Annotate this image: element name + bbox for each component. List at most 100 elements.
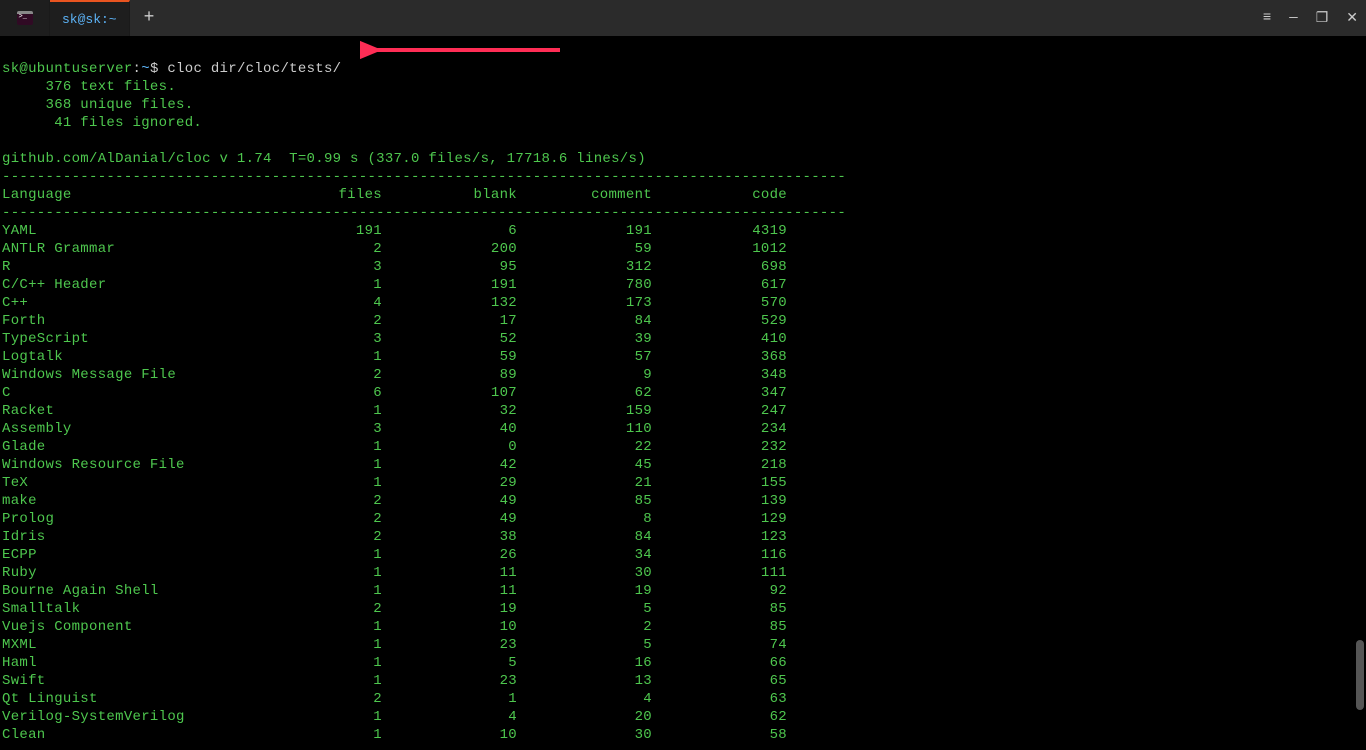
cell-code: 129 bbox=[652, 510, 787, 528]
cell-files: 1 bbox=[282, 438, 382, 456]
table-row: Forth21784529 bbox=[2, 312, 1364, 330]
cell-files: 1 bbox=[282, 276, 382, 294]
cell-lang: Windows Message File bbox=[2, 366, 282, 384]
terminal-output[interactable]: sk@ubuntuserver:~$ cloc dir/cloc/tests/ … bbox=[0, 36, 1366, 750]
table-row: Logtalk15957368 bbox=[2, 348, 1364, 366]
scrollbar[interactable] bbox=[1356, 640, 1364, 710]
cell-blank: 200 bbox=[382, 240, 517, 258]
cell-files: 2 bbox=[282, 366, 382, 384]
cell-blank: 4 bbox=[382, 708, 517, 726]
table-row: Bourne Again Shell1111992 bbox=[2, 582, 1364, 600]
cell-blank: 19 bbox=[382, 600, 517, 618]
cell-code: 617 bbox=[652, 276, 787, 294]
cell-code: 123 bbox=[652, 528, 787, 546]
cell-files: 2 bbox=[282, 312, 382, 330]
cell-blank: 29 bbox=[382, 474, 517, 492]
cell-files: 3 bbox=[282, 330, 382, 348]
cell-lang: C++ bbox=[2, 294, 282, 312]
cell-blank: 0 bbox=[382, 438, 517, 456]
table-row: Verilog-SystemVerilog142062 bbox=[2, 708, 1364, 726]
cell-code: 234 bbox=[652, 420, 787, 438]
table-row: Qt Linguist21463 bbox=[2, 690, 1364, 708]
add-tab-button[interactable]: + bbox=[130, 0, 169, 36]
cell-lang: Idris bbox=[2, 528, 282, 546]
cell-lang: TeX bbox=[2, 474, 282, 492]
cell-code: 139 bbox=[652, 492, 787, 510]
cell-code: 62 bbox=[652, 708, 787, 726]
tab-active[interactable]: sk@sk:~ bbox=[50, 0, 130, 36]
cell-lang: Haml bbox=[2, 654, 282, 672]
header-comment: comment bbox=[517, 186, 652, 204]
cell-lang: Forth bbox=[2, 312, 282, 330]
table-row: Prolog2498129 bbox=[2, 510, 1364, 528]
cell-lang: Prolog bbox=[2, 510, 282, 528]
cell-code: 85 bbox=[652, 600, 787, 618]
cell-code: 347 bbox=[652, 384, 787, 402]
output-line: 376 text files. bbox=[2, 79, 176, 95]
cell-code: 116 bbox=[652, 546, 787, 564]
cell-lang: Swift bbox=[2, 672, 282, 690]
cell-code: 111 bbox=[652, 564, 787, 582]
output-line: 41 files ignored. bbox=[2, 115, 202, 131]
cell-blank: 132 bbox=[382, 294, 517, 312]
tab-title: sk@sk:~ bbox=[62, 12, 117, 27]
header-code: code bbox=[652, 186, 787, 204]
cell-blank: 17 bbox=[382, 312, 517, 330]
cell-files: 1 bbox=[282, 582, 382, 600]
cell-files: 4 bbox=[282, 294, 382, 312]
cell-code: 65 bbox=[652, 672, 787, 690]
cell-code: 232 bbox=[652, 438, 787, 456]
close-button[interactable]: ✕ bbox=[1346, 10, 1358, 27]
cell-lang: Windows Resource File bbox=[2, 456, 282, 474]
hamburger-icon[interactable]: ≡ bbox=[1263, 10, 1271, 26]
cell-lang: Vuejs Component bbox=[2, 618, 282, 636]
output-line: 368 unique files. bbox=[2, 97, 193, 113]
tab-icon-only[interactable] bbox=[0, 0, 50, 36]
command-text: cloc dir/cloc/tests/ bbox=[167, 61, 341, 77]
cell-files: 2 bbox=[282, 510, 382, 528]
table-row: ECPP12634116 bbox=[2, 546, 1364, 564]
dash-line: ----------------------------------------… bbox=[2, 205, 846, 221]
cell-comment: 5 bbox=[517, 600, 652, 618]
cell-comment: 30 bbox=[517, 564, 652, 582]
cell-comment: 21 bbox=[517, 474, 652, 492]
cell-comment: 2 bbox=[517, 618, 652, 636]
cell-lang: make bbox=[2, 492, 282, 510]
minimize-button[interactable]: — bbox=[1289, 10, 1297, 26]
table-row: Smalltalk219585 bbox=[2, 600, 1364, 618]
cell-lang: Racket bbox=[2, 402, 282, 420]
plus-icon: + bbox=[144, 8, 155, 28]
titlebar: sk@sk:~ + ≡ — ❐ ✕ bbox=[0, 0, 1366, 36]
cell-lang: R bbox=[2, 258, 282, 276]
window-controls: ≡ — ❐ ✕ bbox=[1263, 10, 1358, 27]
cell-lang: Bourne Again Shell bbox=[2, 582, 282, 600]
cell-code: 247 bbox=[652, 402, 787, 420]
cell-comment: 30 bbox=[517, 726, 652, 744]
table-row: MXML123574 bbox=[2, 636, 1364, 654]
table-row: YAML19161914319 bbox=[2, 222, 1364, 240]
cell-blank: 6 bbox=[382, 222, 517, 240]
table-row: Vuejs Component110285 bbox=[2, 618, 1364, 636]
cell-comment: 84 bbox=[517, 312, 652, 330]
cell-files: 1 bbox=[282, 348, 382, 366]
cell-lang: Clean bbox=[2, 726, 282, 744]
table-row: Assembly340110234 bbox=[2, 420, 1364, 438]
cell-comment: 57 bbox=[517, 348, 652, 366]
table-row: Idris23884123 bbox=[2, 528, 1364, 546]
cell-lang: Qt Linguist bbox=[2, 690, 282, 708]
cell-files: 1 bbox=[282, 474, 382, 492]
cell-blank: 1 bbox=[382, 690, 517, 708]
cell-lang: Verilog-SystemVerilog bbox=[2, 708, 282, 726]
cell-files: 1 bbox=[282, 726, 382, 744]
table-row: make24985139 bbox=[2, 492, 1364, 510]
cell-lang: Ruby bbox=[2, 564, 282, 582]
maximize-button[interactable]: ❐ bbox=[1316, 10, 1329, 27]
cell-files: 3 bbox=[282, 420, 382, 438]
table-row: Haml151666 bbox=[2, 654, 1364, 672]
cell-code: 368 bbox=[652, 348, 787, 366]
cell-lang: Logtalk bbox=[2, 348, 282, 366]
cell-comment: 173 bbox=[517, 294, 652, 312]
cell-code: 218 bbox=[652, 456, 787, 474]
cell-lang: C bbox=[2, 384, 282, 402]
cell-comment: 8 bbox=[517, 510, 652, 528]
